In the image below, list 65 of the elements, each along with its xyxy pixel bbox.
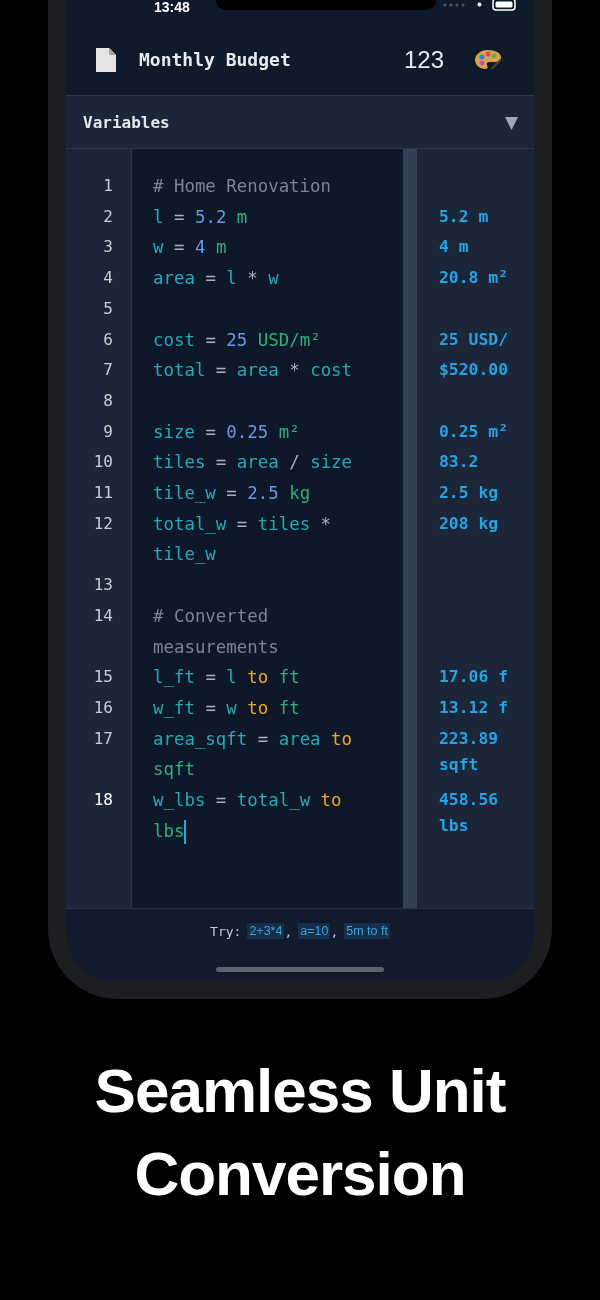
result-value: 83.2 <box>439 451 480 474</box>
line-number: 4 <box>102 267 114 290</box>
result-value: 0.25 m² <box>439 420 510 443</box>
line-number: 16 <box>92 696 114 719</box>
line-number: 9 <box>102 420 114 443</box>
line-number: 17 <box>92 727 114 750</box>
result-value: 5.2 m <box>439 205 490 228</box>
code-line[interactable]: # Home Renovation <box>153 171 383 202</box>
code-line[interactable]: l = 5.2 m <box>153 201 383 233</box>
result-value: 2.5 kg <box>439 482 500 505</box>
line-number: 13 <box>92 574 114 597</box>
example-chip[interactable]: a=10 <box>298 923 331 939</box>
code-line[interactable]: total_w = tiles * tile_w <box>153 508 383 571</box>
code-line[interactable]: total = area * cost <box>153 355 383 386</box>
dropdown-toggle[interactable]: ▼ <box>504 112 518 132</box>
headline: Seamless Unit <box>93 1055 507 1127</box>
line-number: 15 <box>92 666 114 689</box>
code-line[interactable]: cost = 25 USD/m² <box>153 324 383 356</box>
line-number: 6 <box>102 328 114 351</box>
result-value: 17.06 f <box>439 666 510 689</box>
variables-bar[interactable]: Variables ▼ <box>66 95 534 149</box>
code-line[interactable]: w = 4 m <box>153 232 383 264</box>
headline: Conversion <box>133 1138 467 1210</box>
code-line[interactable]: w_lbs = total_w to lbs <box>153 785 383 847</box>
line-number: 1 <box>102 175 114 197</box>
code-line[interactable]: area = l * w <box>153 263 383 294</box>
code-line[interactable]: tiles = area / size <box>153 447 383 479</box>
result-value: 4 m <box>439 236 470 259</box>
line-number: 7 <box>102 359 114 382</box>
line-number: 14 <box>92 604 114 627</box>
number-format-button[interactable]: 123 <box>403 45 444 74</box>
battery-icon <box>492 0 516 11</box>
line-number: 3 <box>102 236 114 259</box>
example-chip[interactable]: 2+3*4 <box>247 923 285 939</box>
result-value: 25 USD/ <box>439 328 510 351</box>
code-line[interactable]: tile_w = 2.5 kg <box>153 478 383 509</box>
signal-icon <box>443 2 467 7</box>
result-value: 223.89 sqft <box>439 727 500 776</box>
line-number: 11 <box>92 482 114 505</box>
line-number: 5 <box>102 297 114 320</box>
wifi-icon <box>477 2 482 7</box>
code-line[interactable]: size = 0.25 m² <box>153 416 383 448</box>
palette-icon[interactable] <box>474 47 502 72</box>
variables-label: Variables <box>83 112 170 132</box>
result-value: 13.12 f <box>439 696 510 719</box>
hint-label: Try: <box>210 923 242 939</box>
status-time: 13:48 <box>154 0 190 14</box>
separator: , <box>330 923 339 939</box>
example-chip[interactable]: 5m to ft <box>344 923 390 939</box>
line-number: 2 <box>102 205 114 228</box>
line-number: 10 <box>92 451 114 474</box>
result-value: 208 kg <box>439 512 500 535</box>
line-number: 18 <box>92 789 114 812</box>
line-number: 8 <box>102 389 114 412</box>
line-number: 12 <box>92 512 114 535</box>
document-title: Monthly Budget <box>139 49 292 70</box>
result-value: 458.56 lbs <box>439 789 500 838</box>
code-line[interactable]: l_ft = l to ft <box>153 662 383 693</box>
result-value: $520.00 <box>439 359 510 382</box>
document-icon[interactable] <box>95 46 117 73</box>
result-value: 20.8 m² <box>439 267 510 290</box>
separator: , <box>284 923 293 939</box>
code-line[interactable]: # Converted measurements <box>153 600 383 663</box>
code-line[interactable]: area_sqft = area to sqft <box>153 723 383 786</box>
code-line[interactable]: w_ft = w to ft <box>153 692 383 724</box>
